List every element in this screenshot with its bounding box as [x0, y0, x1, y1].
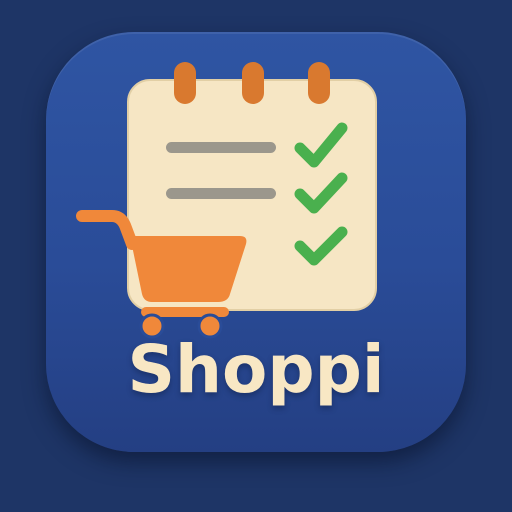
list-line-2: [166, 188, 276, 199]
notepad-ring-middle-icon: [242, 62, 264, 104]
notepad-ring-right-icon: [308, 62, 330, 104]
stage: Shoppi: [0, 0, 512, 512]
app-icon[interactable]: Shoppi: [46, 32, 466, 452]
app-name: Shoppi: [127, 331, 385, 408]
cart-handle: [76, 210, 138, 250]
notepad-ring-left-icon: [174, 62, 196, 104]
cart-basket: [130, 236, 247, 302]
list-line-1: [166, 142, 276, 153]
